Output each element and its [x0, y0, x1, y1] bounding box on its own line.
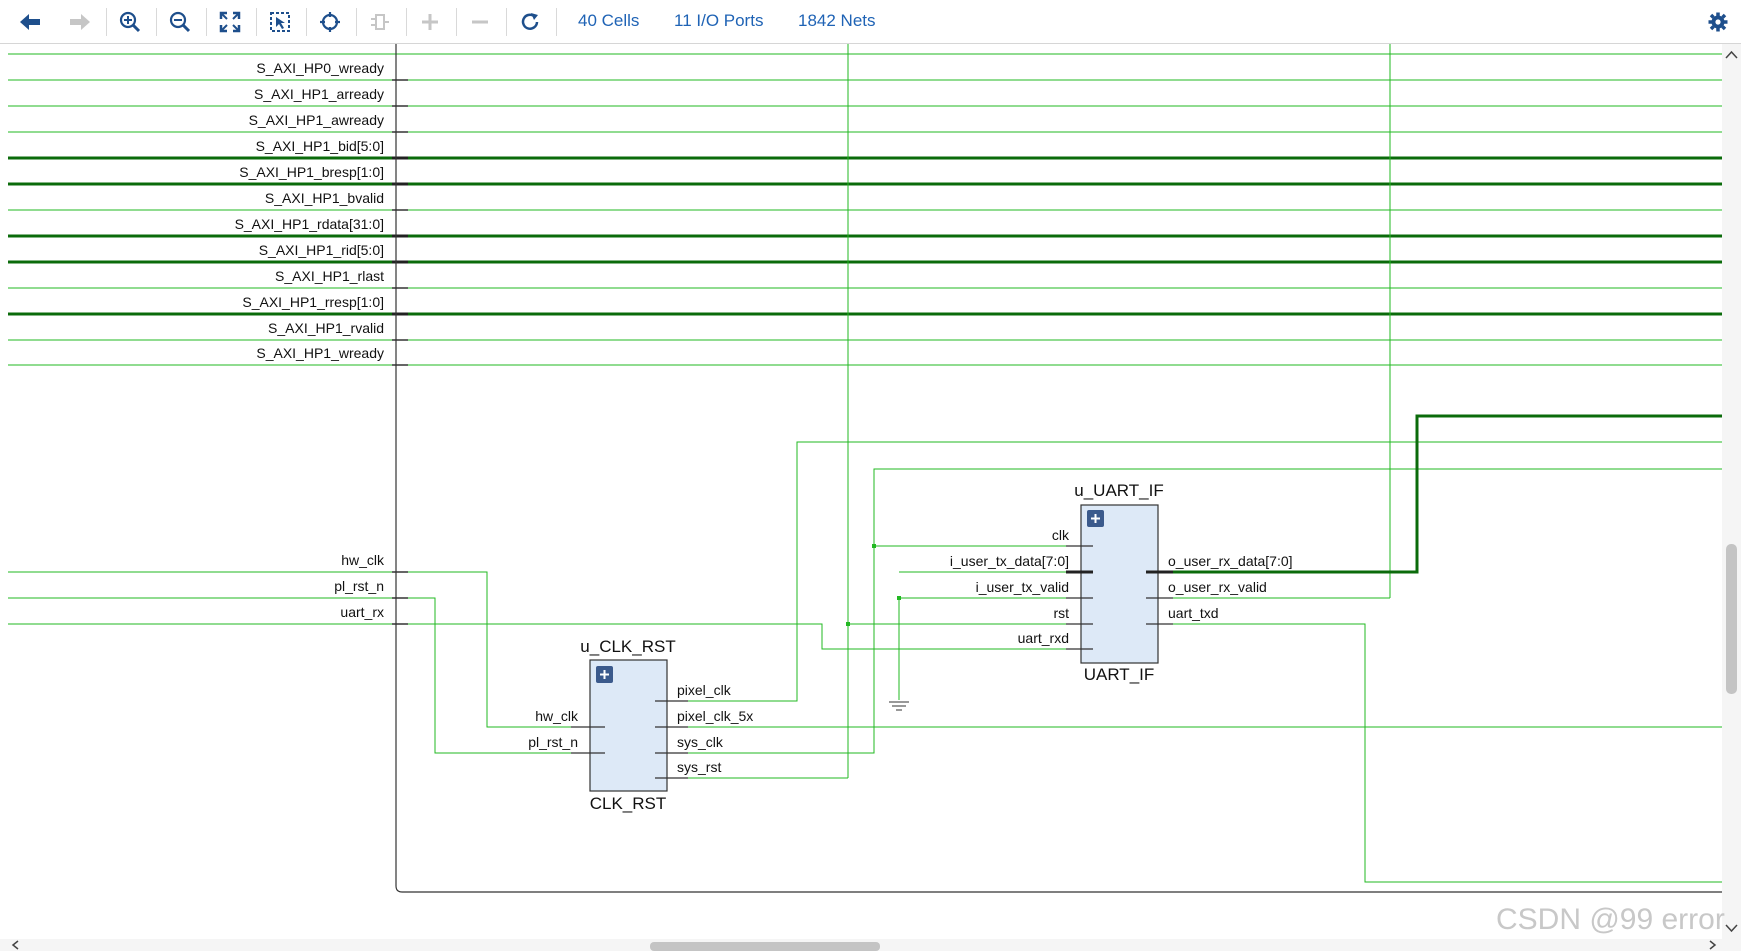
cell-pin-label: pl_rst_n	[528, 734, 578, 750]
settings-icon[interactable]	[1702, 6, 1734, 38]
cell-pin-label: sys_clk	[677, 734, 724, 750]
cell-pin-label: uart_rxd	[1018, 630, 1069, 646]
port-label: S_AXI_HP0_wready	[256, 60, 384, 76]
cell-pin-label: clk	[1052, 527, 1070, 543]
cell-pin-label: hw_clk	[535, 708, 579, 724]
cell-instance-name: u_UART_IF	[1074, 481, 1163, 500]
add-cell-icon[interactable]	[364, 6, 396, 38]
schematic-canvas[interactable]: S_AXI_HP0_wready S_AXI_HP1_arready S_AXI…	[0, 44, 1722, 939]
port-row[interactable]: S_AXI_HP1_rvalid	[8, 320, 1722, 341]
expand-icon[interactable]	[1087, 510, 1104, 527]
port-row[interactable]: S_AXI_HP1_awready	[8, 112, 1722, 133]
scroll-right-icon[interactable]	[1706, 939, 1718, 951]
forward-arrow-icon[interactable]	[64, 6, 96, 38]
cell-pin-label: i_user_tx_valid	[976, 579, 1069, 595]
port-label: S_AXI_HP1_rlast	[275, 268, 384, 284]
minus-icon[interactable]	[464, 6, 496, 38]
cell-type-name: CLK_RST	[590, 794, 667, 813]
port-label: S_AXI_HP1_rdata[31:0]	[235, 216, 384, 232]
back-arrow-icon[interactable]	[14, 6, 46, 38]
io-ports-count-link[interactable]: 11 I/O Ports	[674, 11, 763, 31]
refresh-icon[interactable]	[514, 6, 546, 38]
port-row[interactable]: S_AXI_HP1_bid[5:0]	[8, 138, 1722, 160]
top-input-uart-rx[interactable]: uart_rx	[8, 604, 1093, 650]
scroll-up-icon[interactable]	[1722, 48, 1741, 62]
port-label: S_AXI_HP1_arready	[254, 86, 384, 102]
cell-pin-label: o_user_rx_valid	[1168, 579, 1267, 595]
cell-pin-label: pixel_clk	[677, 682, 732, 698]
cell-pin-label: sys_rst	[677, 759, 721, 775]
schematic-toolbar: 40 Cells 11 I/O Ports 1842 Nets	[0, 0, 1741, 44]
port-label: S_AXI_HP1_bid[5:0]	[256, 138, 384, 154]
ground-icon	[889, 701, 909, 711]
input-port-label: pl_rst_n	[334, 578, 384, 594]
scroll-left-icon[interactable]	[10, 939, 22, 951]
cell-pin-label: o_user_rx_data[7:0]	[1168, 553, 1293, 569]
port-row[interactable]: S_AXI_HP1_wready	[8, 345, 1722, 366]
port-label: S_AXI_HP1_awready	[249, 112, 384, 128]
fit-view-icon[interactable]	[214, 6, 246, 38]
watermark: CSDN @99 error	[1496, 903, 1725, 936]
port-row[interactable]: S_AXI_HP1_rid[5:0]	[8, 242, 1722, 264]
cell-uart-if[interactable]: u_UART_IF clk i_user_tx_data[7:0] i_user…	[950, 481, 1293, 684]
port-label: S_AXI_HP1_rid[5:0]	[259, 242, 384, 258]
locate-icon[interactable]	[314, 6, 346, 38]
cell-pin-label: uart_txd	[1168, 605, 1219, 621]
port-label: S_AXI_HP1_bvalid	[265, 190, 384, 206]
cell-instance-name: u_CLK_RST	[580, 637, 675, 656]
cell-clk-rst[interactable]: u_CLK_RST hw_clk pl_rst_n pixel_clk pixe…	[528, 637, 753, 813]
horizontal-scroll-thumb[interactable]	[650, 942, 880, 951]
port-row[interactable]: S_AXI_HP0_wready	[8, 60, 1722, 81]
zoom-in-icon[interactable]	[114, 6, 146, 38]
vertical-scroll-thumb[interactable]	[1726, 544, 1737, 694]
port-label: S_AXI_HP1_bresp[1:0]	[239, 164, 384, 180]
nets-count-link[interactable]: 1842 Nets	[798, 11, 876, 31]
cell-pin-label: rst	[1053, 605, 1069, 621]
zoom-out-icon[interactable]	[164, 6, 196, 38]
select-area-icon[interactable]	[264, 6, 296, 38]
port-row[interactable]: S_AXI_HP1_rlast	[8, 268, 1722, 289]
horizontal-scrollbar[interactable]	[0, 939, 1741, 951]
cell-pin-label: pixel_clk_5x	[677, 708, 753, 724]
top-input-hw-clk[interactable]: hw_clk	[8, 552, 588, 728]
input-port-label: uart_rx	[340, 604, 384, 620]
cell-type-name: UART_IF	[1084, 665, 1155, 684]
expand-icon[interactable]	[596, 666, 613, 683]
port-row[interactable]: S_AXI_HP1_bresp[1:0]	[8, 164, 1722, 186]
port-list: S_AXI_HP0_wready S_AXI_HP1_arready S_AXI…	[8, 60, 1722, 366]
port-label: S_AXI_HP1_rresp[1:0]	[242, 294, 384, 310]
cells-count-link[interactable]: 40 Cells	[578, 11, 639, 31]
input-port-label: hw_clk	[341, 552, 385, 568]
vertical-scrollbar[interactable]	[1722, 44, 1741, 939]
plus-icon[interactable]	[414, 6, 446, 38]
port-row[interactable]: S_AXI_HP1_rresp[1:0]	[8, 294, 1722, 316]
port-row[interactable]: S_AXI_HP1_bvalid	[8, 190, 1722, 211]
port-row[interactable]: S_AXI_HP1_arready	[8, 86, 1722, 107]
port-label: S_AXI_HP1_rvalid	[268, 320, 384, 336]
port-row[interactable]: S_AXI_HP1_rdata[31:0]	[8, 216, 1722, 238]
cell-pin-label: i_user_tx_data[7:0]	[950, 553, 1069, 569]
port-label: S_AXI_HP1_wready	[256, 345, 384, 361]
